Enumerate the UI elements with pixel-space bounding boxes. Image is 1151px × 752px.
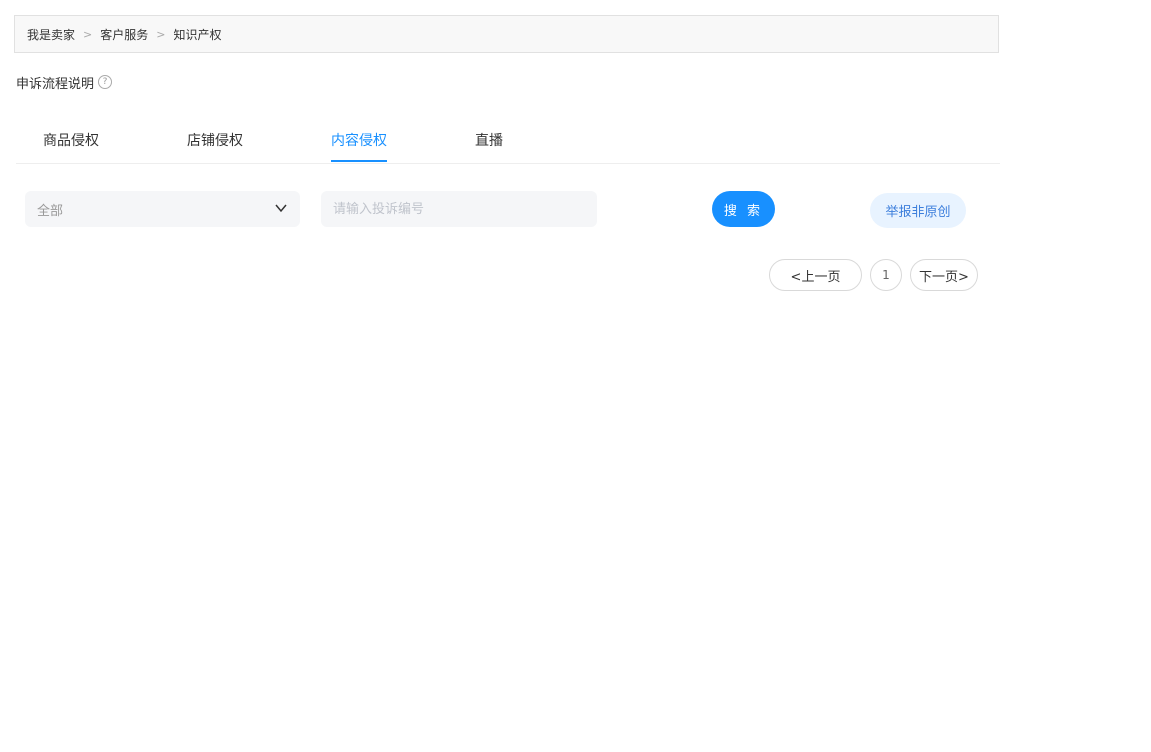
complaint-number-input[interactable] [321, 191, 597, 227]
prev-page-button[interactable]: <上一页 [769, 259, 862, 291]
tab-store-infringement[interactable]: 店铺侵权 [187, 130, 243, 150]
chevron-down-icon [275, 204, 287, 213]
breadcrumb-separator: > [156, 27, 166, 41]
search-button[interactable]: 搜 索 [712, 191, 775, 227]
appeal-process-label[interactable]: 申诉流程说明 [16, 73, 94, 92]
breadcrumb-item-seller[interactable]: 我是卖家 [27, 26, 75, 43]
tab-product-infringement[interactable]: 商品侵权 [43, 130, 99, 150]
tab-content-infringement[interactable]: 内容侵权 [331, 130, 387, 162]
tab-live[interactable]: 直播 [475, 130, 503, 150]
breadcrumb-separator: > [83, 27, 93, 41]
page-number-button[interactable]: 1 [870, 259, 902, 291]
type-select[interactable]: 全部 [25, 191, 300, 227]
breadcrumb-item-customer-service[interactable]: 客户服务 [100, 26, 148, 43]
tab-bar: 商品侵权 店铺侵权 内容侵权 直播 [16, 118, 1000, 164]
breadcrumb-item-ip: 知识产权 [173, 27, 222, 42]
appeal-process-row: 申诉流程说明 ? [16, 73, 113, 92]
question-circle-icon[interactable]: ? [98, 75, 113, 89]
next-page-button[interactable]: 下一页> [910, 259, 978, 291]
type-select-value: 全部 [37, 203, 64, 219]
breadcrumb: 我是卖家 > 客户服务 > 知识产权 [14, 15, 999, 53]
report-non-original-button[interactable]: 举报非原创 [870, 193, 966, 228]
